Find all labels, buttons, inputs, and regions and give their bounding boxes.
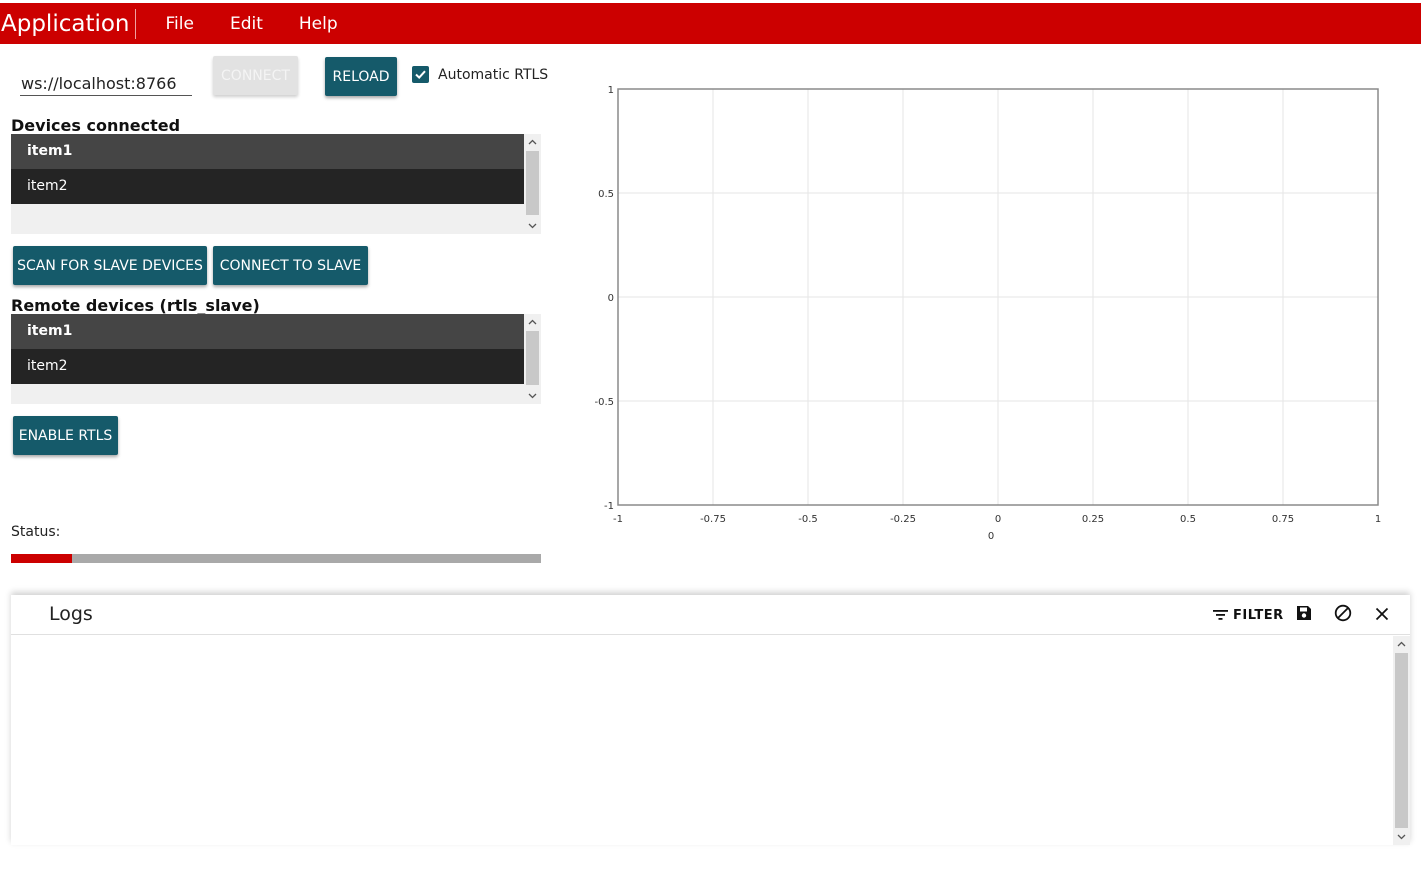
chevron-up-icon[interactable]	[524, 134, 541, 150]
y-tick-label: 1	[608, 85, 614, 96]
x-tick-label: 0.5	[1180, 514, 1196, 525]
status-progress-bar	[11, 554, 541, 563]
enable-rtls-button[interactable]: ENABLE RTLS	[13, 416, 118, 455]
x-tick-label: -0.75	[700, 514, 726, 525]
chevron-down-icon[interactable]	[524, 388, 541, 404]
status-label: Status:	[11, 524, 61, 540]
menu-file[interactable]: File	[166, 14, 194, 34]
menu-help[interactable]: Help	[299, 14, 338, 34]
logs-panel: Logs FILTER	[11, 595, 1410, 845]
automatic-rtls-checkbox[interactable]: Automatic RTLS	[412, 66, 548, 83]
y-tick-label: -1	[604, 501, 614, 512]
status-progress-fill	[11, 554, 72, 563]
devices-connected-title: Devices connected	[11, 116, 181, 135]
logs-scrollbar[interactable]	[1393, 636, 1410, 845]
logs-header: Logs FILTER	[11, 595, 1410, 635]
chevron-down-icon[interactable]	[524, 218, 541, 234]
remote-devices-title: Remote devices (rtls_slave)	[11, 296, 260, 315]
automatic-rtls-label: Automatic RTLS	[438, 66, 549, 83]
close-icon	[1375, 606, 1389, 625]
chevron-up-icon[interactable]	[524, 314, 541, 330]
x-tick-label: -0.25	[890, 514, 916, 525]
x-tick-label: 1	[1375, 514, 1381, 525]
remote-devices-list[interactable]: item1 item2	[11, 314, 541, 404]
save-icon	[1296, 605, 1312, 625]
menu-edit[interactable]: Edit	[230, 14, 263, 34]
x-tick-label: 0	[995, 514, 1001, 525]
filter-button[interactable]: FILTER	[1213, 603, 1284, 627]
position-chart[interactable]: -1 -0.75 -0.5 -0.25 0 0.25 0.5 0.75 1 1 0.5 0 -0.5 -1…	[580, 80, 1400, 550]
x-tick-label: -0.5	[798, 514, 818, 525]
devices-list[interactable]: item1 item2	[11, 134, 541, 234]
remote-list-scrollbar[interactable]	[524, 314, 541, 404]
reload-button[interactable]: RELOAD	[325, 57, 397, 96]
clear-icon	[1334, 604, 1352, 626]
x-tick-label: 0.25	[1082, 514, 1104, 525]
websocket-url-input[interactable]	[20, 68, 192, 96]
list-item[interactable]: item1	[11, 314, 524, 349]
y-tick-label: 0.5	[598, 189, 614, 200]
logs-title: Logs	[49, 603, 93, 625]
scroll-thumb[interactable]	[1395, 653, 1408, 828]
connect-button[interactable]: CONNECT	[213, 56, 298, 95]
list-item[interactable]: item2	[11, 169, 524, 204]
x-axis-label: 0	[988, 531, 994, 542]
filter-label: FILTER	[1233, 607, 1284, 623]
devices-list-scrollbar[interactable]	[524, 134, 541, 234]
checkmark-icon[interactable]	[412, 66, 429, 83]
connect-to-slave-button[interactable]: CONNECT TO SLAVE	[213, 246, 368, 285]
x-tick-label: 0.75	[1272, 514, 1294, 525]
chevron-down-icon[interactable]	[1393, 829, 1410, 845]
close-logs-button[interactable]	[1375, 603, 1389, 627]
y-tick-label: 0	[608, 293, 614, 304]
y-tick-label: -0.5	[594, 397, 614, 408]
scroll-thumb[interactable]	[526, 331, 539, 385]
list-item[interactable]: item2	[11, 349, 524, 384]
x-tick-label: -1	[613, 514, 623, 525]
chevron-up-icon[interactable]	[1393, 636, 1410, 652]
menu-bar: Application File Edit Help	[0, 3, 1421, 44]
save-logs-button[interactable]	[1296, 603, 1312, 627]
clear-logs-button[interactable]	[1334, 603, 1352, 627]
scroll-thumb[interactable]	[526, 151, 539, 215]
filter-icon	[1213, 606, 1228, 625]
list-item[interactable]: item1	[11, 134, 524, 169]
app-title: Application	[0, 8, 136, 39]
scan-slave-devices-button[interactable]: SCAN FOR SLAVE DEVICES	[13, 246, 207, 285]
